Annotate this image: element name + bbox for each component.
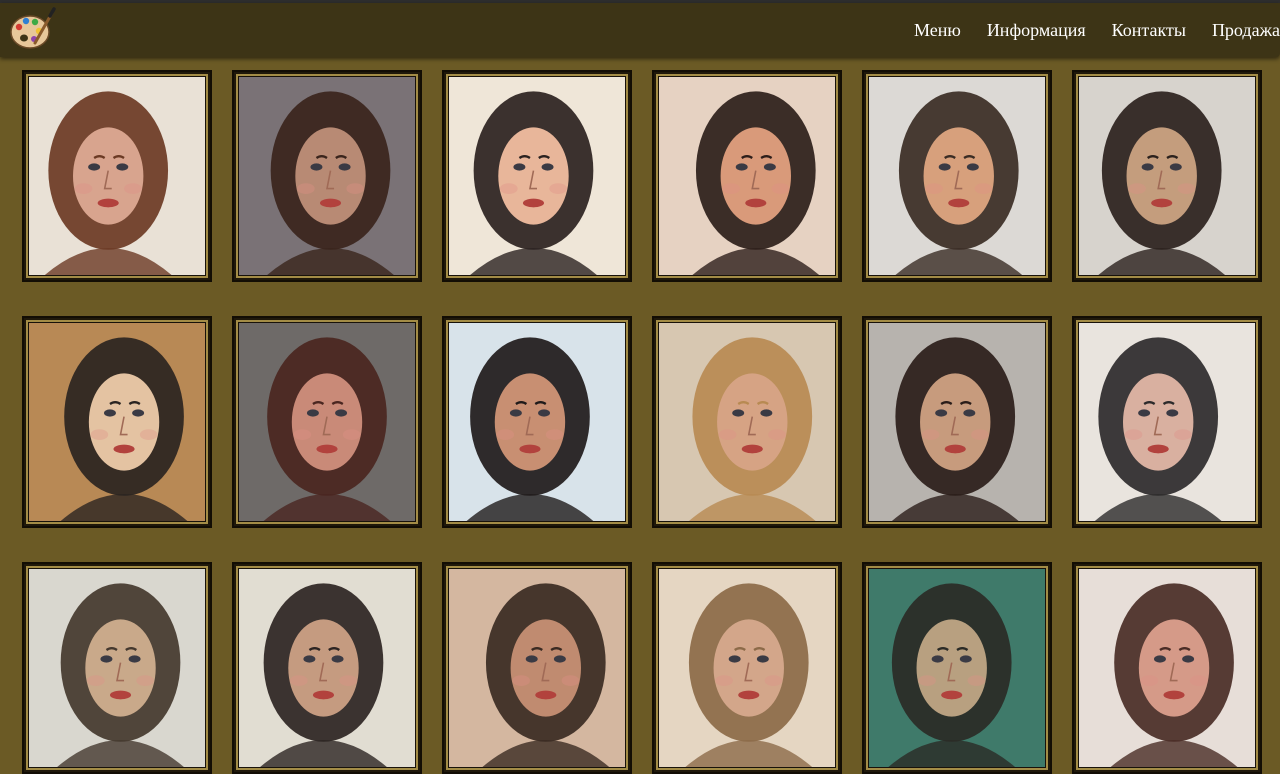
portrait-image — [449, 77, 625, 275]
gallery-item[interactable] — [1072, 562, 1262, 774]
gallery-frame — [656, 74, 838, 278]
portrait-gallery — [0, 0, 1280, 774]
gallery-item[interactable] — [442, 70, 632, 282]
gallery-item[interactable] — [442, 562, 632, 774]
palette-icon[interactable] — [8, 5, 56, 53]
gallery-item[interactable] — [1072, 316, 1262, 528]
gallery-item[interactable] — [652, 316, 842, 528]
portrait-image — [659, 569, 835, 767]
gallery-frame — [1076, 74, 1258, 278]
gallery-frame — [1076, 566, 1258, 770]
nav-link-sale[interactable]: Продажа — [1212, 20, 1280, 41]
gallery-item[interactable] — [1072, 70, 1262, 282]
main-nav: Меню Информация Контакты Продажа — [914, 3, 1280, 57]
gallery-frame — [236, 74, 418, 278]
gallery-item[interactable] — [652, 562, 842, 774]
gallery-frame — [26, 320, 208, 524]
gallery-item[interactable] — [232, 562, 422, 774]
gallery-item[interactable] — [442, 316, 632, 528]
gallery-item[interactable] — [232, 316, 422, 528]
portrait-image — [869, 77, 1045, 275]
gallery-frame — [26, 566, 208, 770]
gallery-frame — [1076, 320, 1258, 524]
gallery-frame — [236, 320, 418, 524]
portrait-image — [659, 77, 835, 275]
portrait-image — [239, 323, 415, 521]
gallery-frame — [866, 566, 1048, 770]
nav-link-menu[interactable]: Меню — [914, 20, 961, 41]
portrait-image — [239, 77, 415, 275]
gallery-frame — [866, 320, 1048, 524]
portrait-image — [869, 323, 1045, 521]
gallery-frame — [866, 74, 1048, 278]
gallery-frame — [656, 320, 838, 524]
gallery-item[interactable] — [22, 562, 212, 774]
gallery-item[interactable] — [862, 70, 1052, 282]
portrait-image — [1079, 569, 1255, 767]
gallery-item[interactable] — [22, 316, 212, 528]
portrait-image — [449, 323, 625, 521]
gallery-item[interactable] — [22, 70, 212, 282]
gallery-item[interactable] — [232, 70, 422, 282]
portrait-image — [29, 569, 205, 767]
portrait-image — [29, 323, 205, 521]
gallery-frame — [26, 74, 208, 278]
gallery-frame — [446, 320, 628, 524]
portrait-image — [29, 77, 205, 275]
nav-link-info[interactable]: Информация — [987, 20, 1086, 41]
gallery-frame — [236, 566, 418, 770]
portrait-image — [1079, 323, 1255, 521]
gallery-item[interactable] — [862, 316, 1052, 528]
portrait-image — [869, 569, 1045, 767]
gallery-item[interactable] — [652, 70, 842, 282]
nav-link-contacts[interactable]: Контакты — [1112, 20, 1186, 41]
portrait-image — [659, 323, 835, 521]
gallery-frame — [656, 566, 838, 770]
portrait-image — [239, 569, 415, 767]
gallery-item[interactable] — [862, 562, 1052, 774]
gallery-frame — [446, 566, 628, 770]
portrait-image — [449, 569, 625, 767]
portrait-image — [1079, 77, 1255, 275]
gallery-frame — [446, 74, 628, 278]
top-navbar: Меню Информация Контакты Продажа — [0, 3, 1280, 57]
